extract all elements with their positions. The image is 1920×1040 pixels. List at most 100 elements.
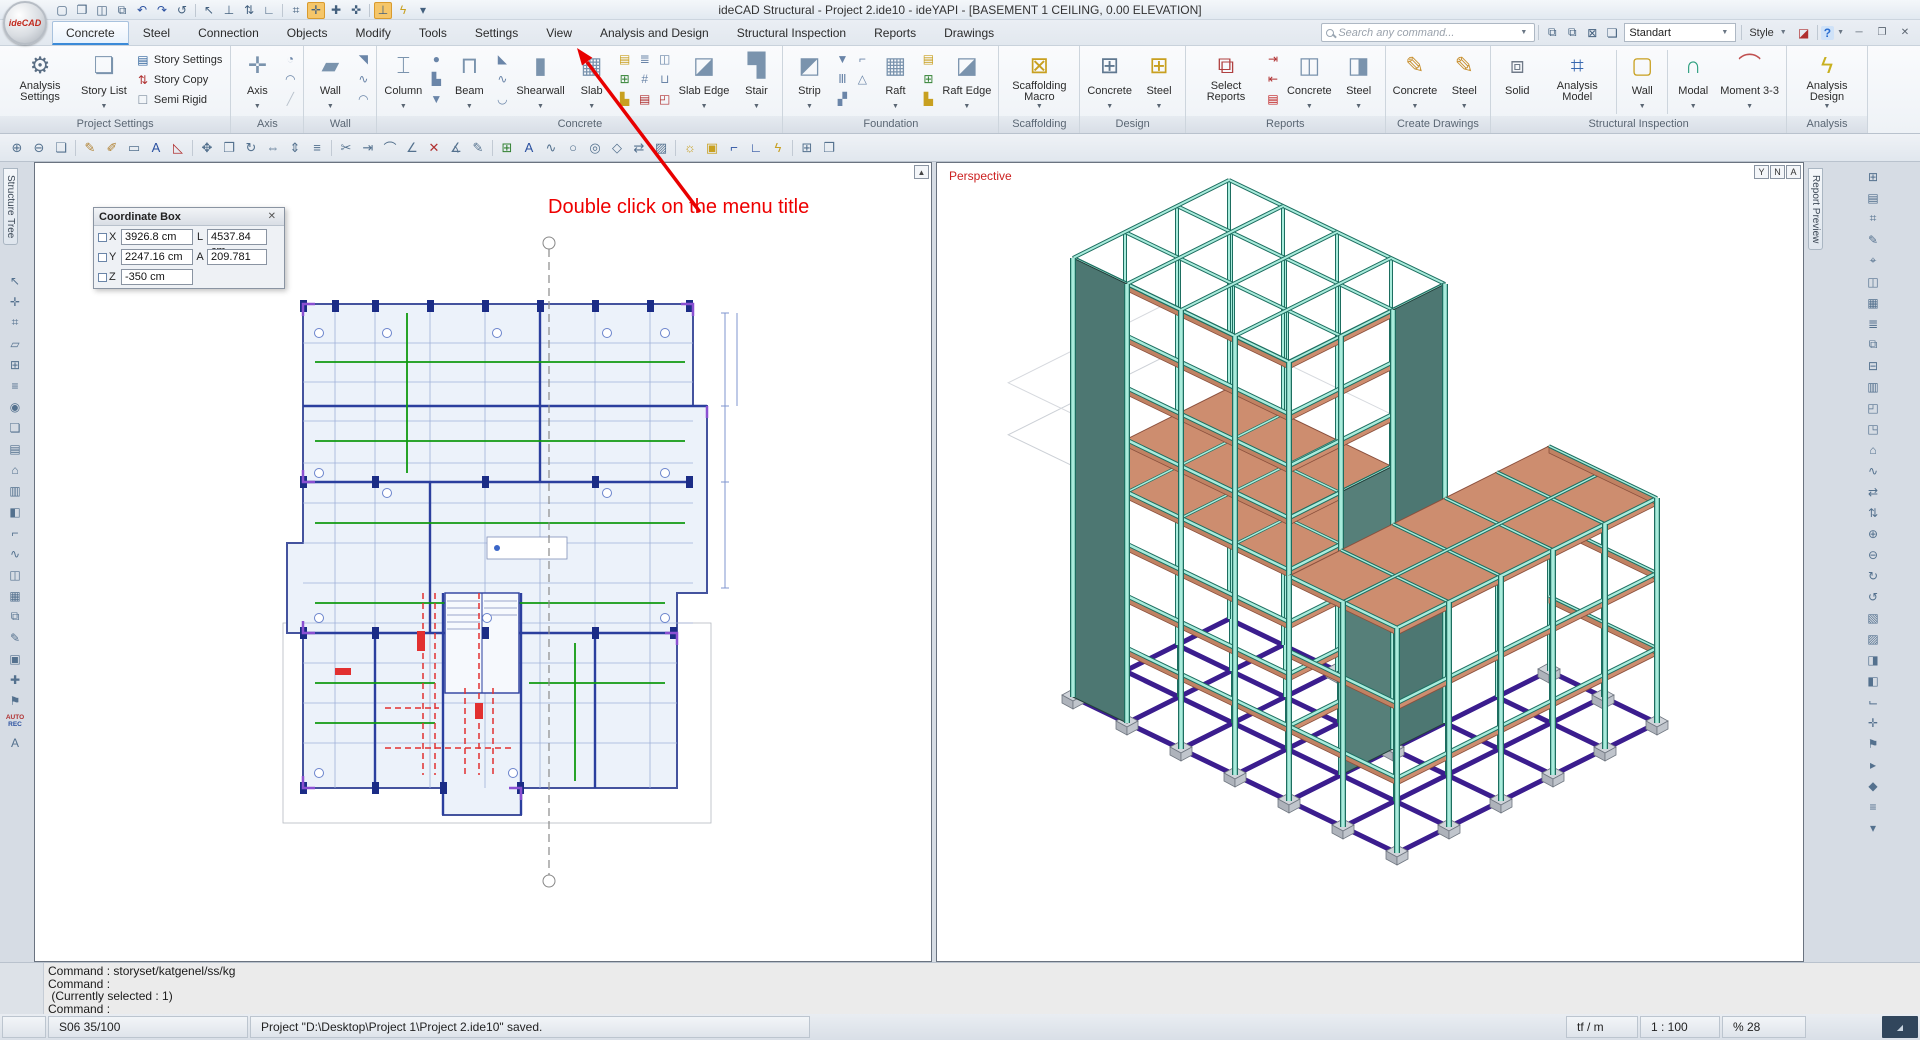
- tool-icon[interactable]: ⌂: [1862, 439, 1884, 460]
- raft-edge-button[interactable]: ◪Raft Edge▼: [938, 48, 995, 116]
- tool-icon[interactable]: ▤: [1862, 187, 1884, 208]
- single-footing-icon[interactable]: ▼: [833, 50, 851, 68]
- tool-icon[interactable]: ⌙: [1862, 691, 1884, 712]
- tool-icon[interactable]: ✚: [4, 669, 26, 690]
- slab-corner-icon[interactable]: ▙: [616, 90, 634, 108]
- corner-wall-icon[interactable]: ◥: [354, 50, 372, 68]
- viewport-collapse-button[interactable]: ▲: [914, 165, 929, 179]
- tool-icon[interactable]: ∿: [540, 137, 562, 159]
- tool-icon[interactable]: ◧: [4, 501, 26, 522]
- tool-icon[interactable]: ↺: [1862, 586, 1884, 607]
- story-copy-button[interactable]: ⇅Story Copy: [133, 70, 225, 90]
- coordinate-value-field[interactable]: 209.781: [207, 249, 267, 265]
- tool-icon[interactable]: ⇕: [284, 137, 306, 159]
- tool-icon[interactable]: ⊖: [1862, 544, 1884, 565]
- slab-span-icon[interactable]: ⊞: [616, 70, 634, 88]
- structure-tree-tab[interactable]: Structure Tree: [3, 168, 18, 245]
- pad-footing-icon[interactable]: ▞: [833, 90, 851, 108]
- close-button[interactable]: ✕: [1894, 24, 1916, 41]
- tool-icon[interactable]: A: [518, 137, 540, 159]
- tool-icon[interactable]: ◳: [1862, 418, 1884, 439]
- auto-record-button[interactable]: AUTOREC: [4, 711, 26, 732]
- tool-icon[interactable]: ≡: [4, 375, 26, 396]
- story-settings-button[interactable]: ▤Story Settings: [133, 50, 225, 70]
- slab-loads-icon[interactable]: ▤: [636, 90, 654, 108]
- curved-beam-icon[interactable]: ∿: [493, 70, 511, 88]
- drawings-concrete-button[interactable]: ✎Concrete▼: [1389, 48, 1442, 116]
- tool-icon[interactable]: ∟: [745, 137, 767, 159]
- tool-icon[interactable]: ≡: [1862, 796, 1884, 817]
- tool-icon[interactable]: ◧: [1862, 670, 1884, 691]
- tool-icon[interactable]: ⊞: [496, 137, 518, 159]
- tool-icon[interactable]: ◺: [167, 137, 189, 159]
- view-toggle-button[interactable]: A: [1786, 165, 1801, 179]
- tool-icon[interactable]: ⇅: [1862, 502, 1884, 523]
- tool-icon[interactable]: ⇔: [262, 137, 284, 159]
- tapered-column-icon[interactable]: ▼: [427, 90, 445, 108]
- tool-icon[interactable]: ▣: [701, 137, 723, 159]
- circular-column-icon[interactable]: ●: [427, 50, 445, 68]
- scaffolding-macro-button[interactable]: ⊠Scaffolding Macro▼: [1002, 48, 1076, 116]
- tool-icon[interactable]: ↻: [240, 137, 262, 159]
- tool-icon[interactable]: ▤: [4, 438, 26, 459]
- tool-icon[interactable]: ⚑: [4, 690, 26, 711]
- add-report-icon[interactable]: ⇥: [1264, 50, 1282, 68]
- view-window-icon[interactable]: ❏: [1602, 23, 1622, 42]
- analysis-settings-button[interactable]: ⚙Analysis Settings: [3, 48, 77, 116]
- tool-icon[interactable]: ▣: [4, 648, 26, 669]
- tool-icon[interactable]: ▾: [1862, 817, 1884, 838]
- tool-icon[interactable]: ≡: [306, 137, 328, 159]
- tool-icon[interactable]: ❏: [50, 137, 72, 159]
- tool-icon[interactable]: ✎: [1862, 229, 1884, 250]
- tool-icon[interactable]: ⇄: [628, 137, 650, 159]
- help-button[interactable]: ?: [1821, 26, 1834, 40]
- tool-icon[interactable]: ❏: [4, 417, 26, 438]
- tool-icon[interactable]: ⇥: [357, 137, 379, 159]
- help-dropdown-icon[interactable]: ▼: [1834, 29, 1847, 36]
- inspection-wall-button[interactable]: ▢Wall▼: [1619, 48, 1665, 116]
- update-report-icon[interactable]: ⇤: [1264, 70, 1282, 88]
- strip-button[interactable]: ◩Strip▼: [786, 48, 832, 116]
- circular-axis-icon[interactable]: ◔: [281, 50, 299, 68]
- view-toggle-button[interactable]: Y: [1754, 165, 1769, 179]
- tool-icon[interactable]: ▸: [1862, 754, 1884, 775]
- report-doc-icon[interactable]: ▤: [1264, 90, 1282, 108]
- arc-axis-icon[interactable]: ◠: [281, 70, 299, 88]
- corner-beam-icon[interactable]: ◣: [493, 50, 511, 68]
- menu-tab-tools[interactable]: Tools: [405, 21, 461, 45]
- search-input[interactable]: Search any command... ▼: [1321, 23, 1535, 42]
- plan-viewport[interactable]: ▲ Coordinate Box ✕ X3926.8 cmL4537.84 cm…: [34, 162, 932, 962]
- tool-icon[interactable]: ⇄: [1862, 481, 1884, 502]
- design-concrete-button[interactable]: ⊞Concrete▼: [1083, 48, 1136, 116]
- arc-wall-icon[interactable]: ◠: [354, 90, 372, 108]
- beam-button[interactable]: ⊓Beam▼: [446, 48, 492, 116]
- tool-icon[interactable]: ∿: [1862, 460, 1884, 481]
- coordinate-lock-checkbox[interactable]: [98, 233, 107, 242]
- analysis-design-button[interactable]: ϟAnalysis Design▼: [1790, 48, 1864, 116]
- tool-icon[interactable]: ✛: [4, 291, 26, 312]
- shearwall-button[interactable]: ▮Shearwall▼: [512, 48, 568, 116]
- tool-icon[interactable]: ↻: [1862, 565, 1884, 586]
- minimize-button[interactable]: ─: [1848, 24, 1870, 41]
- restore-button[interactable]: ❐: [1871, 24, 1893, 41]
- tool-icon[interactable]: ↖: [4, 270, 26, 291]
- reports-concrete-button[interactable]: ◫Concrete▼: [1283, 48, 1336, 116]
- xref-icon[interactable]: ⊠: [1582, 23, 1602, 42]
- story-list-button[interactable]: ❏Story List▼: [77, 48, 131, 116]
- command-panel[interactable]: Command : storyset/katgenel/ss/kgCommand…: [0, 962, 1920, 1014]
- design-steel-button[interactable]: ⊞Steel▼: [1136, 48, 1182, 116]
- menu-tab-steel[interactable]: Steel: [129, 21, 184, 45]
- tool-icon[interactable]: A: [4, 732, 26, 753]
- pile-icon[interactable]: Ⅲ: [833, 70, 851, 88]
- two-way-slab-icon[interactable]: ◫: [656, 50, 674, 68]
- tool-icon[interactable]: ▨: [650, 137, 672, 159]
- tool-icon[interactable]: ◫: [1862, 271, 1884, 292]
- coordinate-box-titlebar[interactable]: Coordinate Box ✕: [94, 208, 284, 226]
- tool-icon[interactable]: ⧉: [1862, 334, 1884, 355]
- layers-icon[interactable]: ⧉: [1542, 23, 1562, 42]
- drawings-steel-button[interactable]: ✎Steel▼: [1441, 48, 1487, 116]
- status-scale-segment[interactable]: 1 : 100: [1640, 1016, 1720, 1038]
- tool-icon[interactable]: ◉: [4, 396, 26, 417]
- tool-icon[interactable]: ✕: [423, 137, 445, 159]
- tool-icon[interactable]: ⌐: [4, 522, 26, 543]
